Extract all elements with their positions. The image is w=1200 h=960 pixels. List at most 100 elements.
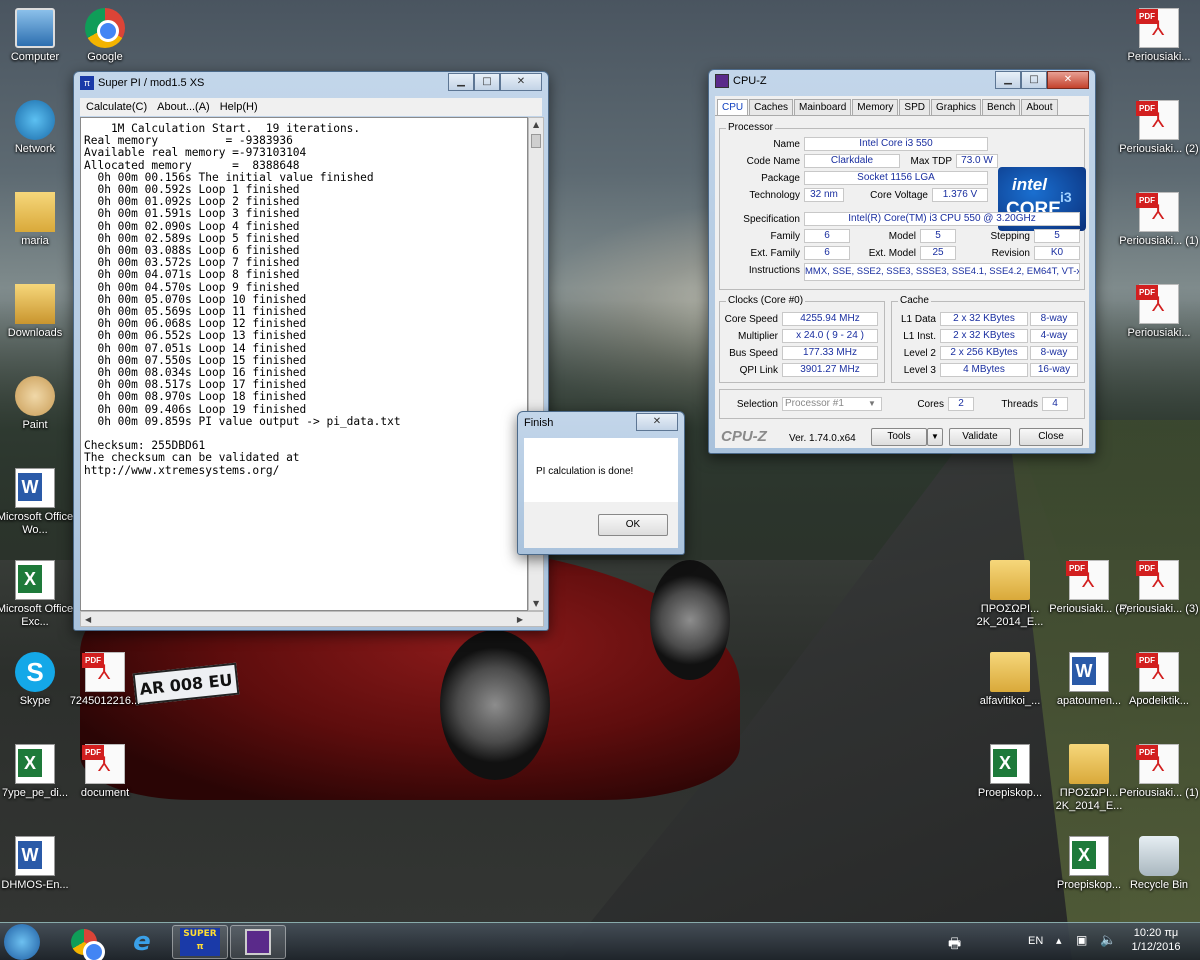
tab-mainboard[interactable]: Mainboard [794,99,852,115]
close-app-button[interactable]: Close [1019,428,1083,446]
desktop-icon-word[interactable]: Microsoft Office Wo... [0,468,75,537]
desktop-icon-recycle-bin[interactable]: Recycle Bin [1119,836,1199,892]
family-label: Family [770,231,800,242]
desktop-icon-document[interactable]: document [65,744,145,800]
desktop-icon-pdf-periousiaki-b[interactable]: Periousiaki... [1119,284,1199,340]
maximize-button[interactable]: □ [1021,71,1047,89]
superpi-title: Super PI / mod1.5 XS [98,77,205,89]
cache-l1inst-size: 2 x 32 KBytes [940,329,1028,343]
desktop-icon-pdf-periousiaki-1[interactable]: Periousiaki... (1) [1119,192,1199,248]
processor-group: Processor Name Intel Core i3 550 Code Na… [719,122,1086,290]
network-tray-icon[interactable]: ▣ [1076,933,1087,947]
taskbar-chrome[interactable] [56,925,112,960]
maxtdp-label: Max TDP [910,156,953,167]
qpi-label: QPI Link [739,365,778,376]
tab-cpu[interactable]: CPU [717,99,749,115]
cpuz-brand: CPU-Z [721,428,767,445]
clock-date[interactable]: 1/12/2016 [1128,941,1184,953]
computer-icon [15,8,55,48]
desktop-icon-computer[interactable]: Computer [0,8,75,64]
tab-memory[interactable]: Memory [852,99,899,115]
threads-label: Threads [1001,399,1038,410]
word-icon [1069,652,1109,692]
horizontal-scrollbar[interactable]: ◀ ▶ [80,611,544,627]
maxtdp-value: 73.0 W [956,154,998,168]
word-icon [15,836,55,876]
cache-l1inst-label: L1 Inst. [903,331,936,342]
taskbar-superpi[interactable]: SUPER π [172,925,228,959]
taskbar-internet-explorer[interactable]: e [114,925,170,959]
menu-calculate[interactable]: Calculate(C) [86,98,147,116]
desktop-icon-pdf-periousiaki[interactable]: Periousiaki... [1119,8,1199,64]
desktop-icon-downloads[interactable]: Downloads [0,284,75,340]
threads-value: 4 [1042,397,1068,411]
tab-spd[interactable]: SPD [899,99,930,115]
desktop-icon-folder-prosori[interactable]: ΠΡΟΣΩΡΙ... 2K_2014_E... [970,560,1050,629]
finish-dialog[interactable]: Finish ✕ PI calculation is done! OK [517,411,685,555]
taskbar-cpuz[interactable] [230,925,286,959]
maximize-button[interactable]: □ [474,73,500,91]
cores-label: Cores [917,399,944,410]
desktop-icon-word-apatoumen[interactable]: apatoumen... [1049,652,1129,708]
desktop-icon-excel-7ype[interactable]: 7ype_pe_di... [0,744,75,800]
scroll-down-icon[interactable]: ▼ [533,599,539,608]
menu-help[interactable]: Help(H) [220,98,258,116]
tray-expand-icon[interactable]: ▴ [1056,934,1062,947]
tab-caches[interactable]: Caches [749,99,794,115]
scroll-left-icon[interactable]: ◀ [85,615,91,624]
processor-select[interactable]: Processor #1 [782,397,882,411]
desktop-icon-google[interactable]: Google [65,8,145,64]
cache-l3-label: Level 3 [903,365,936,376]
skype-icon: S [15,652,55,692]
desktop-icon-excel-proepiskop[interactable]: Proepiskop... [970,744,1050,800]
validate-button[interactable]: Validate [949,428,1011,446]
tab-about[interactable]: About [1021,99,1058,115]
busspeed-value: 177.33 MHz [782,346,878,360]
tools-dropdown-icon[interactable]: ▼ [927,428,943,446]
tab-bench[interactable]: Bench [982,99,1021,115]
desktop-icon-maria[interactable]: maria [0,192,75,248]
pdf-icon [1066,560,1109,600]
minimize-button[interactable]: ▁ [448,73,474,91]
superpi-window[interactable]: π Super PI / mod1.5 XS ▁ □ ✕ Calculate(C… [73,71,549,631]
network-icon [15,100,55,140]
volume-icon[interactable]: 🔈 [1100,932,1116,948]
desktop-icon-skype[interactable]: S Skype [0,652,75,708]
desktop-icon-pdf-periousiaki-1b[interactable]: Periousiaki... (1) [1119,744,1199,800]
desktop-icon-pdf-7245[interactable]: 7245012216... [65,652,145,708]
cpuz-window[interactable]: CPU-Z ▁ □ ✕ CPU Caches Mainboard Memory … [708,69,1096,454]
scroll-right-icon[interactable]: ▶ [517,615,523,624]
minimize-button[interactable]: ▁ [995,71,1021,89]
desktop-icon-pdf-periousiaki-2[interactable]: Periousiaki... (2) [1119,100,1199,156]
pdf-icon [1136,652,1179,692]
close-button[interactable]: ✕ [636,413,678,431]
clock-time[interactable]: 10:20 πμ [1130,927,1182,939]
scroll-thumb[interactable] [531,134,541,148]
tools-button[interactable]: Tools [871,428,927,446]
close-button[interactable]: ✕ [1047,71,1089,89]
desktop-icon-folder-alfavitikoi[interactable]: alfavitikoi_... [970,652,1050,708]
desktop-icon-network[interactable]: Network [0,100,75,156]
ok-button[interactable]: OK [598,514,668,536]
printer-icon[interactable]: 🖶 [948,933,961,957]
language-indicator[interactable]: EN [1028,935,1043,947]
desktop-icon-excel-proepiskop-b[interactable]: Proepiskop... [1049,836,1129,892]
pdf-icon [1136,8,1179,48]
stepping-value: 5 [1034,229,1080,243]
scroll-up-icon[interactable]: ▲ [533,120,539,129]
desktop-icon-paint[interactable]: Paint [0,376,75,432]
menu-about[interactable]: About...(A) [157,98,210,116]
desktop-icon-dhmos[interactable]: DHMOS-En... [0,836,75,892]
tab-graphics[interactable]: Graphics [930,99,981,115]
extfamily-label: Ext. Family [750,248,800,259]
start-button[interactable] [4,924,40,960]
desktop-icon-pdf-apodeiktik[interactable]: Apodeiktik... [1119,652,1199,708]
desktop-icon-pdf-periousiaki-4[interactable]: Periousiaki... (4) [1049,560,1129,616]
model-label: Model [888,231,916,242]
desktop-icon-pdf-periousiaki-3[interactable]: Periousiaki... (3) [1119,560,1199,616]
close-button[interactable]: ✕ [500,73,542,91]
corespeed-label: Core Speed [724,314,778,325]
desktop-icon-excel[interactable]: Microsoft Office Exc... [0,560,75,629]
desktop-icon-folder-prosori-b[interactable]: ΠΡΟΣΩΡΙ... 2K_2014_E... [1049,744,1129,813]
chevron-down-icon[interactable]: ▼ [868,399,876,408]
